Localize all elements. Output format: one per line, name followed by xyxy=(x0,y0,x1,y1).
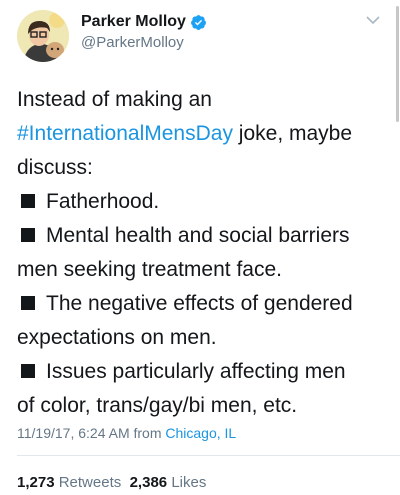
tweet-line-text: of color, trans/gay/bi men, etc. xyxy=(17,394,298,417)
bullet-line: The negative effects of gendered xyxy=(17,287,392,321)
tweet-line-text: Instead of making an xyxy=(17,88,212,111)
avatar[interactable] xyxy=(17,10,69,62)
from-label: from xyxy=(133,425,162,441)
display-name[interactable]: Parker Molloy xyxy=(81,13,186,31)
tweet-line: discuss: xyxy=(17,151,392,185)
chevron-down-icon[interactable] xyxy=(366,15,380,25)
bullet-line: Fatherhood. xyxy=(17,185,392,219)
tweet-line-text: discuss: xyxy=(17,156,93,179)
tweet-line: men seeking treatment face. xyxy=(17,253,392,287)
handle[interactable]: @ParkerMolloy xyxy=(81,34,207,51)
likes-label: Likes xyxy=(171,474,207,491)
tweet-card: Parker Molloy @ParkerMolloy Instead of m… xyxy=(0,0,400,495)
retweets-count: 1,273 xyxy=(17,474,55,491)
verified-badge-icon xyxy=(190,14,206,30)
tweet-stats: 1,273 Retweets 2,386 Likes xyxy=(17,474,206,491)
author-header[interactable]: Parker Molloy @ParkerMolloy xyxy=(81,11,207,51)
tweet-line: expectations on men. xyxy=(17,321,392,355)
retweets-label: Retweets xyxy=(58,474,122,491)
retweets-stat[interactable]: 1,273 Retweets xyxy=(17,474,121,491)
display-name-row: Parker Molloy xyxy=(81,11,207,33)
hashtag-link[interactable]: #InternationalMensDay xyxy=(17,122,233,145)
location-link[interactable]: Chicago, IL xyxy=(165,425,236,441)
bullet-text: Mental health and social barriers xyxy=(46,224,350,247)
tweet-line-text: men seeking treatment face. xyxy=(17,258,282,281)
bullet-text: Fatherhood. xyxy=(46,190,160,213)
tweet-line: Instead of making an xyxy=(17,83,392,117)
bullet-line: Issues particularly affecting men xyxy=(17,355,392,389)
bullet-line: Mental health and social barriers xyxy=(17,219,392,253)
black-square-icon xyxy=(21,194,35,208)
divider xyxy=(17,455,400,456)
scrollbar[interactable] xyxy=(396,6,399,122)
tweet-meta: 11/19/17, 6:24 AM from Chicago, IL xyxy=(17,425,236,441)
tweet-line: of color, trans/gay/bi men, etc. xyxy=(17,389,392,423)
black-square-icon xyxy=(21,228,35,242)
likes-count: 2,386 xyxy=(129,474,168,491)
likes-stat[interactable]: 2,386 Likes xyxy=(130,474,207,491)
cartoon-avatar-icon xyxy=(17,10,69,62)
tweet-line: #InternationalMensDay joke, maybe xyxy=(17,117,392,151)
tweet-line-text: expectations on men. xyxy=(17,326,217,349)
bullet-text: The negative effects of gendered xyxy=(46,292,353,315)
bullet-text: Issues particularly affecting men xyxy=(46,360,346,383)
black-square-icon xyxy=(21,364,35,378)
black-square-icon xyxy=(21,296,35,310)
timestamp[interactable]: 11/19/17, 6:24 AM xyxy=(17,425,130,441)
tweet-line-text: joke, maybe xyxy=(232,122,353,145)
tweet-text: Instead of making an #InternationalMensD… xyxy=(17,83,392,423)
